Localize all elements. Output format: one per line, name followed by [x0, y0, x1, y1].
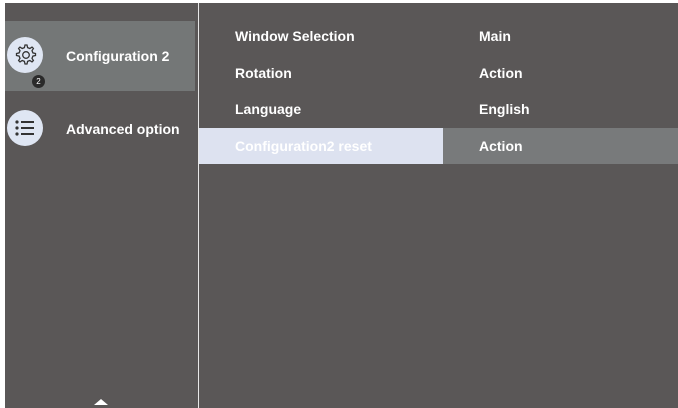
sidebar-item-label: Advanced option [66, 121, 180, 137]
menu-row-value: Main [479, 28, 511, 44]
menu-row-value: English [479, 101, 530, 117]
menu-row-label: Rotation [235, 65, 292, 81]
menu-row-value: Action [479, 65, 523, 81]
sidebar-item-configuration-2[interactable]: 2 Configuration 2 [5, 21, 195, 91]
osd-menu-panel: 2 Configuration 2 Advanced option Window [5, 3, 678, 408]
menu-row-label: Configuration2 reset [235, 138, 372, 154]
sidebar-item-advanced-option[interactable]: Advanced option [5, 94, 195, 164]
chevron-up-icon[interactable] [94, 399, 108, 405]
sidebar-item-label: Configuration 2 [66, 48, 170, 64]
menu-row-label: Window Selection [235, 28, 355, 44]
menu-row-language[interactable]: Language English [199, 91, 678, 127]
menu-row-rotation[interactable]: Rotation Action [199, 55, 678, 91]
menu-row-label: Language [235, 101, 302, 117]
config-number-badge: 2 [32, 75, 45, 88]
menu-row-window-selection[interactable]: Window Selection Main [199, 18, 678, 54]
menu-row-configuration2-reset[interactable]: Configuration2 reset Action [199, 128, 678, 164]
menu-row-value: Action [479, 138, 523, 154]
list-icon [7, 110, 43, 146]
settings-gear-icon: 2 [7, 37, 45, 88]
